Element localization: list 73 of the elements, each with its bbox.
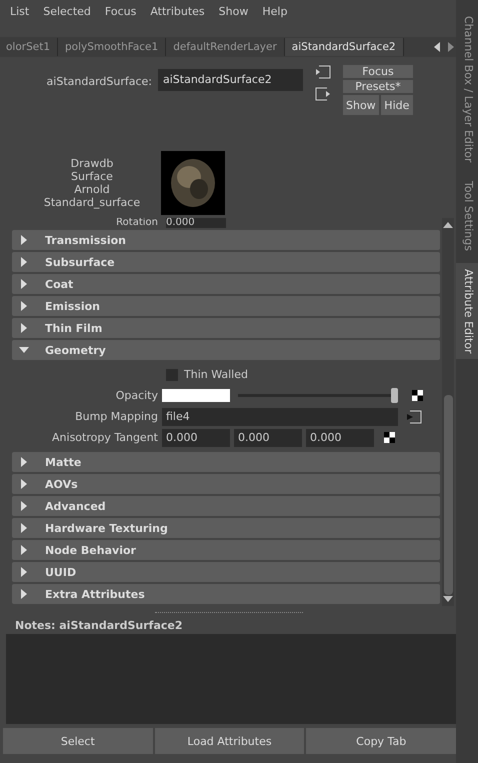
section-header[interactable]: Coat xyxy=(12,274,440,294)
attribute-label: Bump Mapping xyxy=(74,410,158,423)
material-swatch xyxy=(161,151,225,215)
output-connection-icon[interactable] xyxy=(315,87,331,101)
notes-field[interactable] xyxy=(6,634,456,724)
section-header[interactable]: Advanced xyxy=(12,496,440,516)
checkbox[interactable] xyxy=(166,368,178,380)
map-texture-icon[interactable] xyxy=(384,432,395,443)
section-header[interactable]: Emission xyxy=(12,296,440,316)
expand-arrow-icon[interactable] xyxy=(19,301,29,311)
panel-button[interactable]: Load Attributes xyxy=(154,728,304,754)
expand-arrow-icon[interactable] xyxy=(19,235,29,245)
tab-scroll-icon[interactable] xyxy=(432,41,456,53)
section-header[interactable]: Hardware Texturing xyxy=(12,518,440,538)
texture-field[interactable]: file4 xyxy=(162,408,398,426)
side-tab[interactable]: Tool Settings xyxy=(456,174,478,257)
value-field[interactable]: 0.000 xyxy=(162,428,230,446)
expand-arrow-icon[interactable] xyxy=(19,501,29,511)
expand-arrow-icon[interactable] xyxy=(19,257,29,267)
scroll-up-icon[interactable] xyxy=(443,221,453,229)
hide-button[interactable]: Hide xyxy=(380,95,413,115)
expand-arrow-icon[interactable] xyxy=(19,279,29,289)
section-header[interactable]: Node Behavior xyxy=(12,540,440,560)
expand-arrow-icon[interactable] xyxy=(19,457,29,467)
menu-item[interactable]: Focus xyxy=(104,5,136,25)
node-type-label: aiStandardSurface: xyxy=(46,75,152,88)
expand-arrow-icon[interactable] xyxy=(19,567,29,577)
expand-arrow-icon[interactable] xyxy=(19,589,29,599)
notes-label: Notes: aiStandardSurface2 xyxy=(15,619,184,632)
attribute-label: Opacity xyxy=(114,389,158,402)
show-button[interactable]: Show xyxy=(343,95,379,115)
map-texture-icon[interactable] xyxy=(412,390,423,401)
node-tab[interactable]: polySmoothFace1 xyxy=(58,38,166,56)
color-swatch[interactable] xyxy=(162,389,230,402)
expand-arrow-icon[interactable] xyxy=(19,323,29,333)
menu-item[interactable]: Show xyxy=(218,5,248,25)
section-header[interactable]: UUID xyxy=(12,562,440,582)
section-header[interactable]: Matte xyxy=(12,452,440,472)
input-connection-icon[interactable] xyxy=(315,65,331,79)
node-tab[interactable]: aiStandardSurface2 xyxy=(284,38,404,56)
swatch-caption: Drawdb xyxy=(70,157,114,170)
swatch-caption: Surface xyxy=(70,170,114,183)
menu-item[interactable]: Help xyxy=(262,5,288,25)
expand-arrow-icon[interactable] xyxy=(19,545,29,555)
slider-thumb[interactable] xyxy=(391,388,398,403)
expand-arrow-icon[interactable] xyxy=(19,345,29,355)
input-connection-icon[interactable] xyxy=(406,410,422,424)
value-field[interactable]: 0.000 xyxy=(306,428,374,446)
section-header[interactable]: Transmission xyxy=(12,230,440,250)
menu-item[interactable]: Selected xyxy=(43,5,91,25)
section-header[interactable]: Thin Film xyxy=(12,318,440,338)
presets-button[interactable]: Presets* xyxy=(343,80,413,93)
scrollbar[interactable] xyxy=(442,218,454,606)
focus-button[interactable]: Focus xyxy=(343,65,413,78)
expand-arrow-icon[interactable] xyxy=(19,523,29,533)
panel-button[interactable]: Copy Tab xyxy=(306,728,456,754)
expand-arrow-icon[interactable] xyxy=(19,479,29,489)
swatch-caption: Arnold xyxy=(73,183,111,196)
node-name-field[interactable]: aiStandardSurface2 xyxy=(158,69,303,91)
section-header[interactable]: Extra Attributes xyxy=(12,584,440,604)
side-tab[interactable]: Channel Box / Layer Editor xyxy=(456,10,478,169)
menu-item[interactable]: List xyxy=(10,5,30,25)
node-tab[interactable]: olorSet1 xyxy=(0,38,58,56)
menu-item[interactable]: Attributes xyxy=(150,5,205,25)
section-header[interactable]: Subsurface xyxy=(12,252,440,272)
swatch-caption: Standard_surface xyxy=(42,196,142,209)
attribute-label: Anisotropy Tangent xyxy=(51,431,158,444)
checkbox-label: Thin Walled xyxy=(184,368,248,381)
section-header[interactable]: Geometry xyxy=(12,340,440,360)
section-header[interactable]: AOVs xyxy=(12,474,440,494)
panel-button[interactable]: Select xyxy=(3,728,153,754)
value-field[interactable]: 0.000 xyxy=(234,428,302,446)
side-tab[interactable]: Attribute Editor xyxy=(456,262,478,360)
